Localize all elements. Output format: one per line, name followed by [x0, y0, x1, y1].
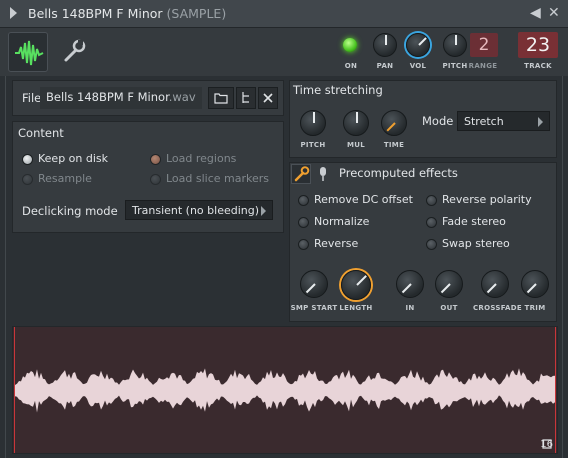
- reverse-label: Reverse: [314, 237, 359, 250]
- swap-stereo-check[interactable]: [426, 239, 437, 250]
- length-label: LENGTH: [339, 304, 373, 312]
- time-stretching-title: Time stretching: [293, 83, 383, 97]
- browse-folder-button[interactable]: [208, 87, 234, 109]
- out-label: OUT: [440, 304, 458, 312]
- window-title: Bells 148BPM F Minor (SAMPLE): [28, 6, 227, 21]
- volume-knob[interactable]: [406, 33, 430, 57]
- ts-time-label: TIME: [383, 141, 405, 149]
- precomputed-effects-title: Precomputed effects: [339, 166, 458, 180]
- toolbar: ON PAN VOL PITCH RANGE 2 23 TRACK: [0, 28, 568, 76]
- prev-arrow-icon[interactable]: ◀: [530, 5, 541, 21]
- waveform-counter: 16: [540, 439, 553, 450]
- smp-start-label: SMP START: [290, 304, 338, 312]
- crossfade-label: CROSSFADE: [473, 304, 522, 312]
- tab-waveform[interactable]: [8, 32, 48, 72]
- remove-dc-offset-label: Remove DC offset: [314, 193, 413, 206]
- keep-on-disk-label: Keep on disk: [38, 152, 109, 165]
- mic-button[interactable]: [316, 165, 330, 183]
- pan-label: PAN: [376, 62, 394, 70]
- load-slice-markers-check[interactable]: [150, 174, 161, 185]
- clear-file-button[interactable]: [258, 87, 278, 109]
- load-slice-markers-label: Load slice markers: [166, 172, 270, 185]
- pitch-range-display[interactable]: 2: [470, 33, 498, 57]
- in-label: IN: [405, 304, 415, 312]
- keep-on-disk-radio[interactable]: [22, 154, 33, 165]
- reverse-polarity-check[interactable]: [426, 195, 437, 206]
- fade-in-knob[interactable]: [396, 270, 424, 298]
- mode-label: Mode: [422, 114, 454, 128]
- chevron-right-icon: [538, 117, 543, 127]
- waveform-icon: [15, 40, 44, 66]
- mixer-track-display[interactable]: 23: [518, 32, 558, 58]
- fade-stereo-check[interactable]: [426, 217, 437, 228]
- resample-radio[interactable]: [22, 174, 33, 185]
- ts-pitch-label: PITCH: [300, 141, 326, 149]
- reverse-polarity-label: Reverse polarity: [442, 193, 532, 206]
- declicking-mode-select[interactable]: Transient (no bleeding): [125, 200, 273, 220]
- on-label: ON: [344, 62, 358, 70]
- smp-start-knob[interactable]: [300, 270, 328, 298]
- window-titlebar: Bells 148BPM F Minor (SAMPLE) ◀ ✕: [0, 0, 568, 28]
- effects-settings-button[interactable]: [291, 164, 311, 184]
- content-title: Content: [18, 126, 64, 140]
- microphone-icon: [320, 167, 326, 181]
- resample-label: Resample: [38, 172, 92, 185]
- file-name-field[interactable]: Bells 148BPM F Minor.wav: [40, 87, 202, 109]
- close-icon: [263, 93, 273, 103]
- waveform-display[interactable]: 16: [12, 326, 558, 454]
- ts-mul-label: MUL: [346, 141, 365, 149]
- remove-dc-offset-check[interactable]: [298, 195, 309, 206]
- collapse-arrow-icon[interactable]: [10, 7, 17, 19]
- pitch-knob[interactable]: [443, 33, 467, 57]
- locate-file-button[interactable]: [236, 87, 256, 109]
- stretch-mode-select[interactable]: Stretch: [457, 111, 550, 131]
- fade-out-knob[interactable]: [435, 270, 463, 298]
- chevron-right-icon: [261, 206, 266, 216]
- fade-stereo-label: Fade stereo: [442, 215, 506, 228]
- length-knob[interactable]: [341, 270, 371, 300]
- trim-label: TRIM: [524, 304, 546, 312]
- left-edge: [0, 28, 6, 458]
- ts-time-knob[interactable]: [381, 110, 407, 136]
- range-label: RANGE: [468, 62, 498, 70]
- ts-mul-knob[interactable]: [343, 110, 369, 136]
- close-icon[interactable]: ✕: [548, 5, 560, 21]
- load-regions-check[interactable]: [150, 154, 161, 165]
- declicking-mode-label: Declicking mode: [22, 204, 118, 218]
- channel-on-led[interactable]: [343, 38, 357, 52]
- swap-stereo-label: Swap stereo: [442, 237, 510, 250]
- file-label: File: [22, 91, 42, 105]
- ts-pitch-knob[interactable]: [300, 110, 326, 136]
- pitch-label: PITCH: [442, 62, 468, 70]
- tab-settings[interactable]: [58, 36, 88, 66]
- wrench-icon: [294, 166, 310, 182]
- right-edge: [562, 28, 568, 458]
- crossfade-knob[interactable]: [481, 270, 509, 298]
- normalize-label: Normalize: [314, 215, 370, 228]
- tree-icon: [242, 92, 249, 103]
- reverse-check[interactable]: [298, 239, 309, 250]
- load-regions-label: Load regions: [166, 152, 237, 165]
- loop-icon: [542, 439, 552, 449]
- normalize-check[interactable]: [298, 217, 309, 228]
- trim-knob[interactable]: [521, 270, 549, 298]
- vol-label: VOL: [409, 62, 427, 70]
- end-marker: [555, 327, 556, 453]
- wrench-icon: [64, 39, 86, 62]
- track-label: TRACK: [524, 62, 552, 70]
- folder-icon: [214, 93, 228, 104]
- waveform-graphic: [15, 368, 555, 413]
- pan-knob[interactable]: [373, 33, 397, 57]
